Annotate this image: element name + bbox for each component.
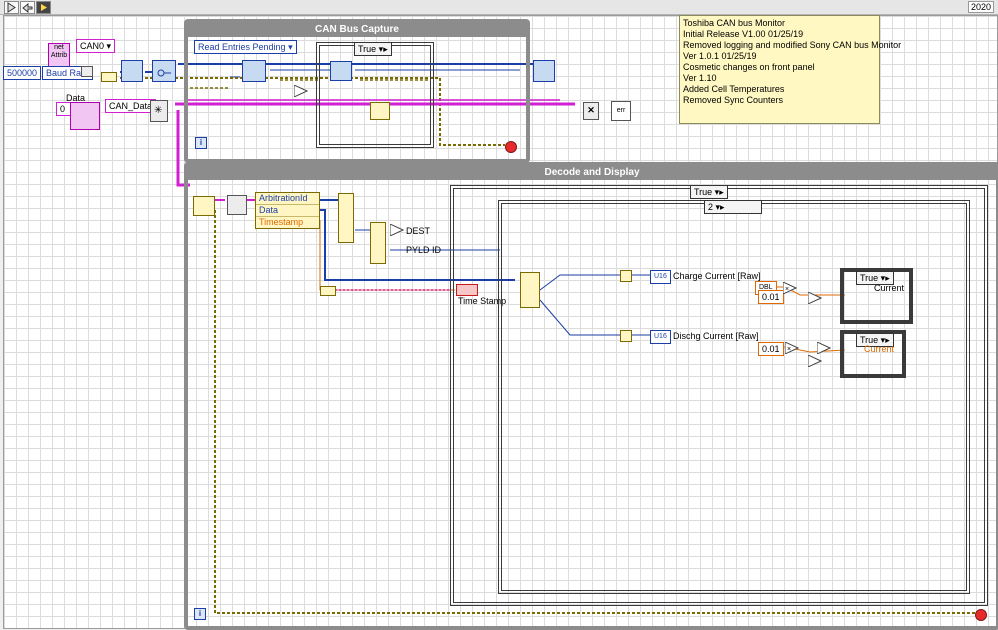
shift-node[interactable] bbox=[389, 223, 405, 237]
negate-dischg-node[interactable] bbox=[816, 341, 832, 355]
index-array-node[interactable] bbox=[227, 195, 247, 215]
data-array-constant[interactable] bbox=[70, 102, 100, 130]
can-port-control[interactable]: CAN0 ▾ bbox=[76, 39, 116, 53]
charge-scale-constant[interactable]: 0.01 bbox=[758, 290, 784, 304]
can-bus-capture-title: CAN Bus Capture bbox=[188, 23, 526, 37]
note-line: Removed Sync Counters bbox=[683, 95, 784, 105]
compare-node[interactable] bbox=[293, 84, 309, 98]
index-split-node[interactable] bbox=[370, 222, 386, 264]
build-array-node[interactable] bbox=[370, 102, 390, 120]
inner-case-structure[interactable] bbox=[498, 200, 970, 594]
data-split-node[interactable] bbox=[520, 272, 540, 308]
info-icon[interactable]: i bbox=[194, 608, 206, 620]
dischg-current-label: Current bbox=[864, 344, 895, 354]
case-selector-value: True bbox=[860, 273, 879, 283]
svg-text:×: × bbox=[785, 286, 789, 293]
dischg-scale-constant[interactable]: 0.01 bbox=[758, 342, 784, 356]
svg-text:✳: ✳ bbox=[154, 105, 162, 116]
outer-case-selector[interactable]: True ▾▸ bbox=[690, 185, 728, 199]
dest-label: DEST bbox=[406, 226, 431, 236]
case-selector-value: True bbox=[694, 187, 713, 197]
can-config-node[interactable] bbox=[121, 60, 143, 82]
pyld-id-label: PYLD ID bbox=[406, 245, 442, 255]
can-data-control[interactable]: CAN_Data bbox=[105, 99, 157, 113]
can-open-node[interactable] bbox=[152, 60, 176, 82]
chevron-down-icon[interactable]: ▾ bbox=[107, 41, 112, 51]
inner-case-selector[interactable]: 2 ▾▸ bbox=[704, 200, 762, 214]
note-line: Added Cell Temperatures bbox=[683, 84, 785, 94]
can-read-node[interactable] bbox=[330, 61, 352, 81]
array-builder-node[interactable]: ✳ bbox=[150, 100, 168, 122]
case-selector-value: 2 bbox=[708, 202, 714, 212]
field-timestamp: Timestamp bbox=[259, 217, 304, 227]
release-queue-node[interactable]: ✕ bbox=[583, 102, 599, 120]
multiply-dischg-node[interactable]: × bbox=[784, 341, 800, 355]
version-notes: Toshiba CAN bus Monitor Initial Release … bbox=[679, 15, 902, 124]
error-constant[interactable] bbox=[101, 72, 117, 82]
stop-icon[interactable] bbox=[975, 609, 987, 621]
join-charge-node[interactable] bbox=[620, 270, 632, 282]
u16-charge-indicator: U16 bbox=[650, 270, 671, 284]
dequeue-node[interactable] bbox=[193, 196, 215, 216]
bundle-node[interactable] bbox=[81, 66, 93, 77]
note-line: Removed logging and modified Sony CAN bu… bbox=[683, 40, 902, 50]
read-entries-control[interactable]: Read Entries Pending ▾ bbox=[194, 40, 297, 54]
capture-case-selector[interactable]: True ▾▸ bbox=[354, 42, 392, 56]
dischg-current-raw-label: Dischg Current [Raw] bbox=[673, 331, 759, 341]
multiply-charge-node[interactable]: × bbox=[782, 281, 798, 295]
note-line: Initial Release V1.00 01/25/19 bbox=[683, 29, 804, 39]
capture-case-structure[interactable] bbox=[316, 42, 434, 148]
can-port-value: CAN0 bbox=[80, 41, 105, 51]
charge-current-raw-label: Charge Current [Raw] bbox=[673, 271, 761, 281]
error-handler-node[interactable]: err bbox=[611, 101, 631, 121]
join-dischg-node[interactable] bbox=[620, 330, 632, 342]
stop-icon[interactable] bbox=[505, 141, 517, 153]
split-array-node[interactable] bbox=[338, 193, 354, 243]
info-icon[interactable]: i bbox=[195, 137, 207, 149]
field-arbitration-id: ArbitrationId bbox=[256, 193, 319, 205]
note-line: Ver 1.0.1 01/25/19 bbox=[683, 51, 757, 61]
note-line: Cosmetic changes on front panel bbox=[683, 62, 815, 72]
read-entries-label: Read Entries Pending bbox=[198, 42, 286, 52]
chevron-down-icon[interactable]: ▾ bbox=[288, 42, 293, 52]
svg-text:×: × bbox=[787, 346, 791, 353]
can-close-node[interactable] bbox=[533, 60, 555, 82]
field-data: Data bbox=[256, 205, 319, 217]
baud-rate-constant[interactable]: 500000 bbox=[3, 66, 41, 80]
can-attr-node[interactable] bbox=[242, 60, 266, 82]
unbundle-cluster[interactable]: ArbitrationId Data Timestamp bbox=[255, 192, 320, 229]
net-attrib-label: net Attrib bbox=[50, 44, 68, 59]
note-line: Toshiba CAN bus Monitor bbox=[683, 18, 786, 28]
note-line: Ver 1.10 bbox=[683, 73, 717, 83]
timestamp-convert-node[interactable] bbox=[320, 286, 336, 296]
compare-dischg-node[interactable] bbox=[807, 354, 823, 368]
u16-dischg-indicator: U16 bbox=[650, 330, 671, 344]
case-selector-value: True bbox=[358, 44, 377, 54]
charge-current-label: Current bbox=[874, 283, 905, 293]
decode-display-title: Decode and Display bbox=[188, 166, 996, 180]
compare-charge-node[interactable] bbox=[807, 291, 823, 305]
